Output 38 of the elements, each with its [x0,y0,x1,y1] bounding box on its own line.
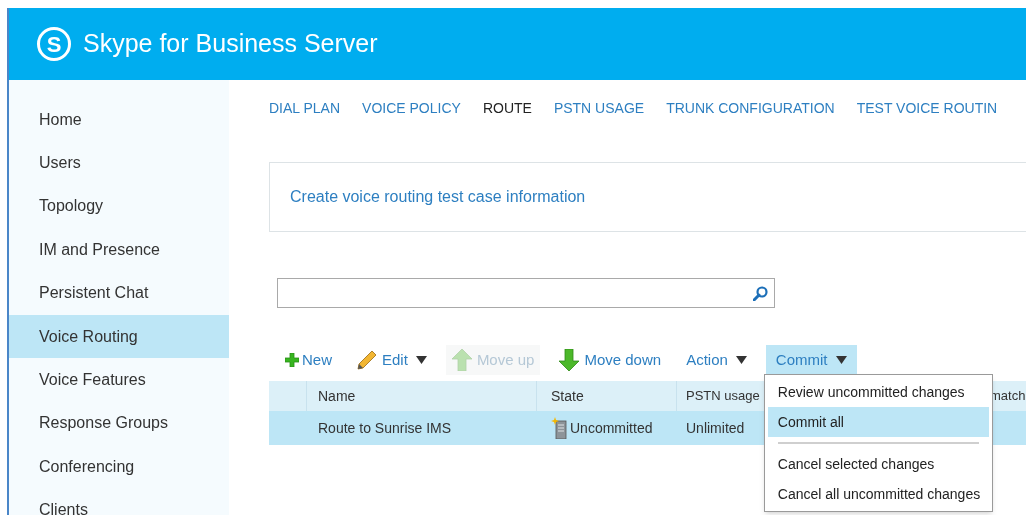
server-star-icon [551,417,567,439]
sidebar-item[interactable]: Clients [9,488,229,515]
sidebar-item[interactable]: Users [9,141,229,185]
search-icon [753,285,768,301]
column-header[interactable]: PSTN usage [677,386,760,406]
pencil-icon [357,350,377,370]
menu-item[interactable]: Cancel all uncommitted changes [767,479,989,509]
toolbar-button[interactable]: New [279,345,338,375]
up-arrow-icon [451,349,472,371]
down-arrow-icon [559,349,580,371]
create-test-case-link[interactable]: Create voice routing test case information [290,185,586,209]
menu-item[interactable]: Commit all [767,407,989,437]
nav-tab[interactable]: DIAL PLAN [269,97,341,119]
menu-item[interactable]: Review uncommitted changes [767,377,989,407]
toolbar-button[interactable]: Move down [553,345,668,375]
table-cell-text: Unlimited [685,418,745,438]
sidebar-item[interactable]: Persistent Chat [9,271,229,315]
logo-icon: S [37,27,71,61]
plus-icon [285,353,299,367]
sidebar-item[interactable]: Response Groups [9,401,229,446]
app-title: Skype for Business Server [83,28,378,60]
nav-tab[interactable]: VOICE POLICY [362,97,461,119]
sidebar-item[interactable]: Home [9,98,229,142]
sidebar-item[interactable]: Topology [9,184,229,229]
nav-tab[interactable]: TRUNK CONFIGURATION [666,97,835,119]
sidebar-item[interactable]: Voice Routing [9,314,229,359]
table-cell: Uncommitted [537,417,677,439]
sidebar-item[interactable]: Voice Features [9,358,229,402]
search-field[interactable] [277,278,775,308]
table-cell-text: Route to Sunrise IMS [317,418,452,438]
nav-tab[interactable]: TEST VOICE ROUTIN [856,97,998,119]
sidebar-item[interactable]: IM and Presence [9,228,229,272]
nav-tab[interactable]: PSTN USAGE [553,97,645,119]
nav-tab[interactable]: ROUTE [482,97,532,119]
menu-item[interactable]: Cancel selected changes [767,449,989,479]
sidebar-item[interactable]: Conferencing [9,445,229,489]
toolbar-button[interactable]: Action [680,345,753,375]
toolbar-button[interactable]: Edit [351,345,433,375]
